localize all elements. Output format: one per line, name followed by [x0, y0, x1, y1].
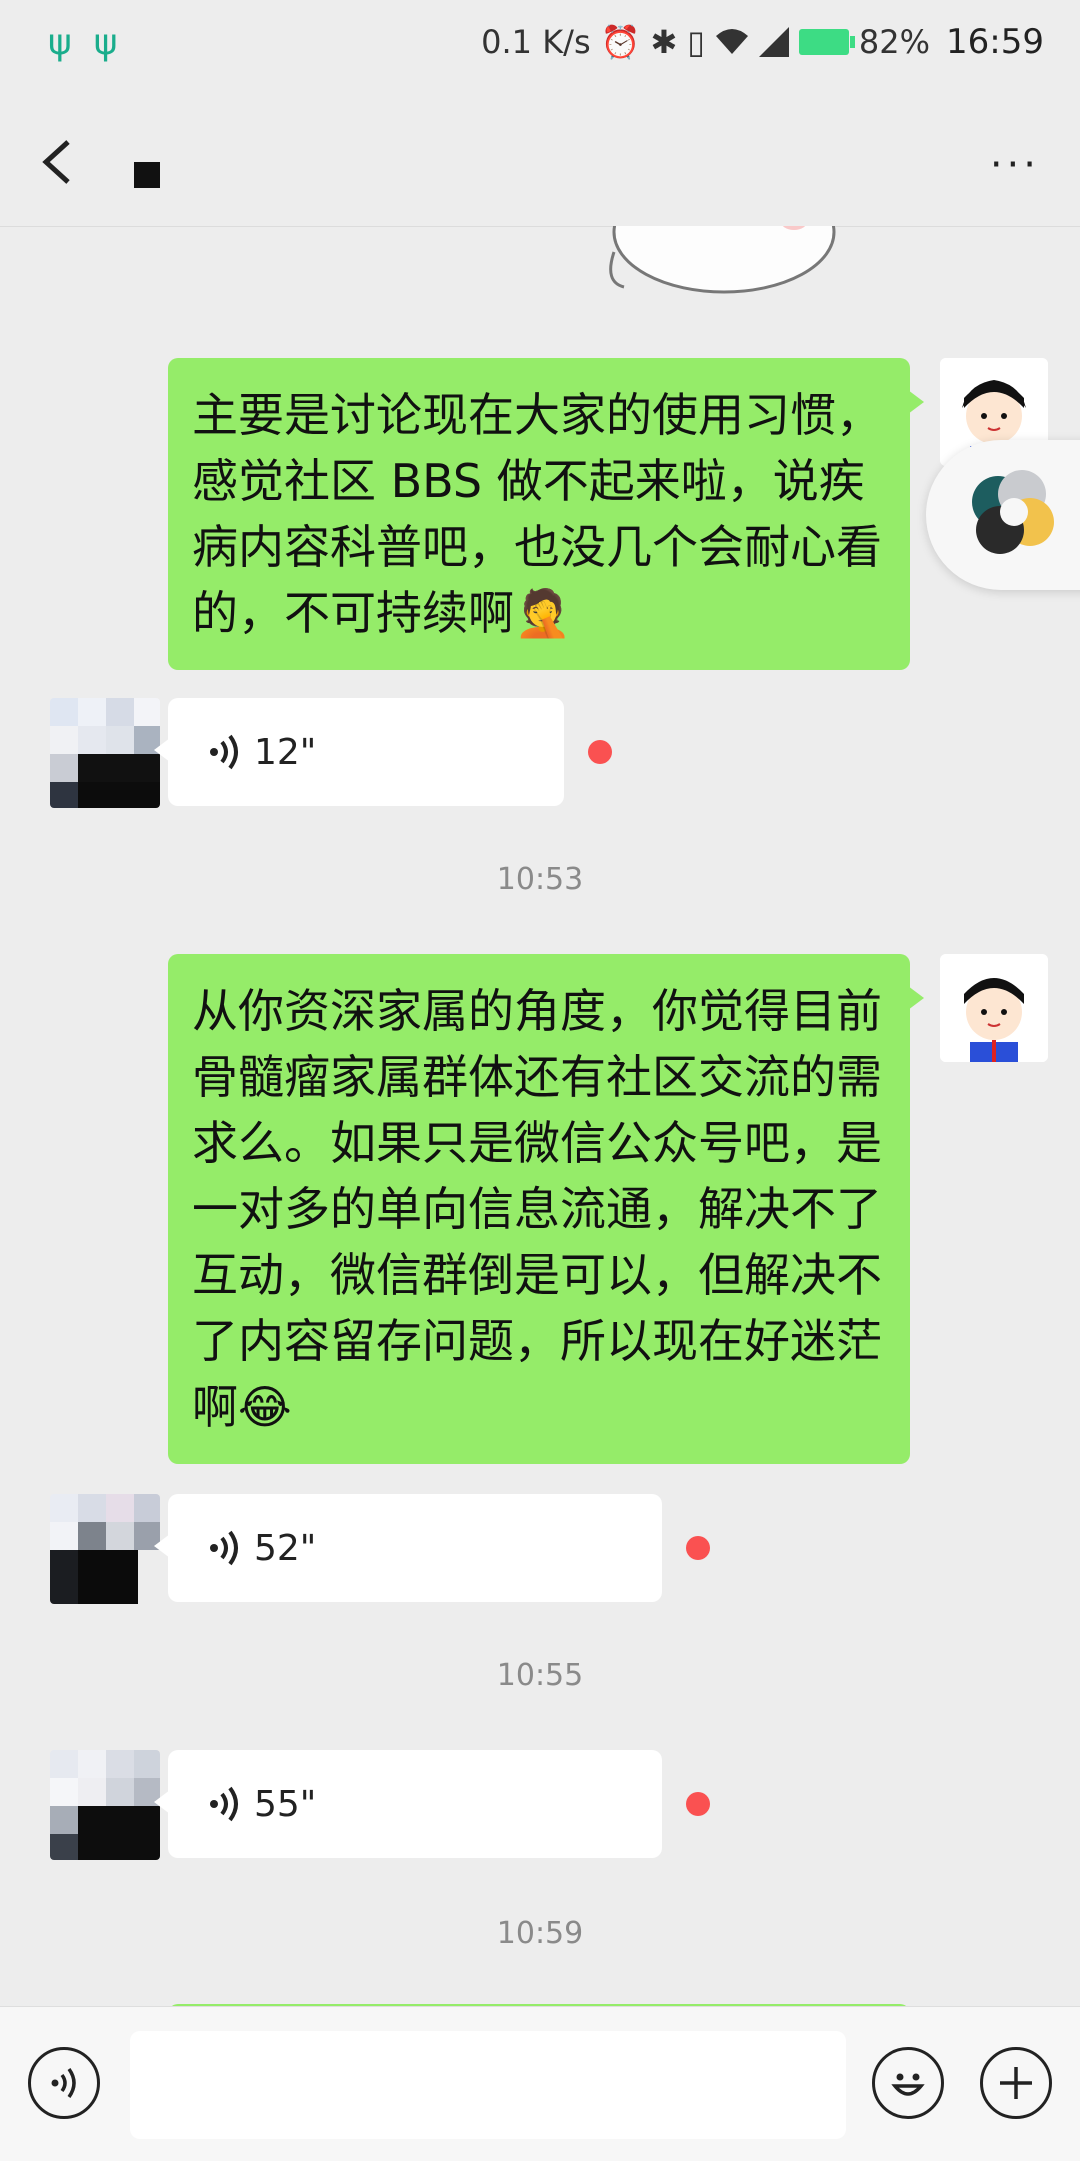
wifi-icon [715, 29, 748, 54]
battery-icon [798, 29, 855, 55]
unread-dot [588, 740, 612, 764]
contact-avatar[interactable] [50, 1494, 160, 1604]
voice-wave-icon [208, 1528, 242, 1568]
contact-avatar[interactable] [50, 698, 160, 808]
floating-app-icon [972, 470, 1054, 554]
outgoing-text-message[interactable]: 从你资深家属的角度，你觉得目前骨髓瘤家属群体还有社区交流的需求么。如果只是微信公… [168, 954, 924, 1464]
usb-icon: ψ [93, 22, 118, 63]
bluetooth-icon: ✱ [650, 23, 678, 61]
emoji-button[interactable] [872, 2047, 944, 2119]
message-list[interactable]: 主要是讨论现在大家的使用习惯，感觉社区 BBS 做不起来啦，说疾病内容科普吧，也… [0, 226, 1080, 2006]
vibrate-icon: ▯ [687, 23, 705, 61]
more-options-button[interactable]: ··· [990, 142, 1040, 188]
message-text-input[interactable] [130, 2031, 846, 2139]
message-timestamp: 10:53 [496, 862, 584, 897]
message-timestamp: 10:59 [496, 1916, 584, 1951]
voice-wave-icon [51, 2067, 76, 2099]
voice-message[interactable]: 12" [154, 698, 564, 806]
plus-icon [1000, 2067, 1032, 2099]
smiley-icon [891, 2073, 925, 2096]
voice-wave-icon [208, 732, 242, 772]
battery-percent: 82% [858, 23, 931, 61]
status-bar: ψ ψ 0.1 K/s ⏰ ✱ ▯ 82% 16:59 [0, 0, 1080, 96]
voice-message[interactable]: 55" [154, 1750, 662, 1858]
chat-header: ··· [0, 96, 1080, 227]
outgoing-text-message[interactable]: 主要是讨论现在大家的使用习惯，感觉社区 BBS 做不起来啦，说疾病内容科普吧，也… [168, 358, 924, 670]
alarm-icon: ⏰ [600, 23, 641, 61]
voice-duration: 52" [254, 1527, 317, 1569]
usb-icon: ψ [48, 22, 72, 63]
chat-title-redacted [134, 162, 160, 188]
floating-window-button[interactable] [926, 440, 1080, 590]
system-status: 0.1 K/s ⏰ ✱ ▯ 82% 16:59 [481, 22, 1044, 62]
voice-duration: 12" [254, 731, 317, 773]
clock: 16:59 [946, 22, 1044, 62]
voice-duration: 55" [254, 1783, 317, 1825]
voice-wave-icon [208, 1784, 242, 1824]
back-button[interactable] [30, 130, 84, 194]
sticker-image[interactable] [594, 226, 854, 302]
unread-dot [686, 1792, 710, 1816]
contact-avatar[interactable] [50, 1750, 160, 1860]
signal-icon [758, 27, 789, 57]
unread-dot [686, 1536, 710, 1560]
notification-icons: ψ ψ [48, 22, 118, 63]
voice-input-button[interactable] [28, 2047, 100, 2119]
message-input-bar [0, 2006, 1080, 2161]
message-timestamp: 10:55 [496, 1658, 584, 1693]
voice-message[interactable]: 52" [154, 1494, 662, 1602]
network-speed: 0.1 K/s [481, 23, 591, 61]
more-functions-button[interactable] [980, 2047, 1052, 2119]
my-avatar[interactable] [940, 954, 1048, 1062]
